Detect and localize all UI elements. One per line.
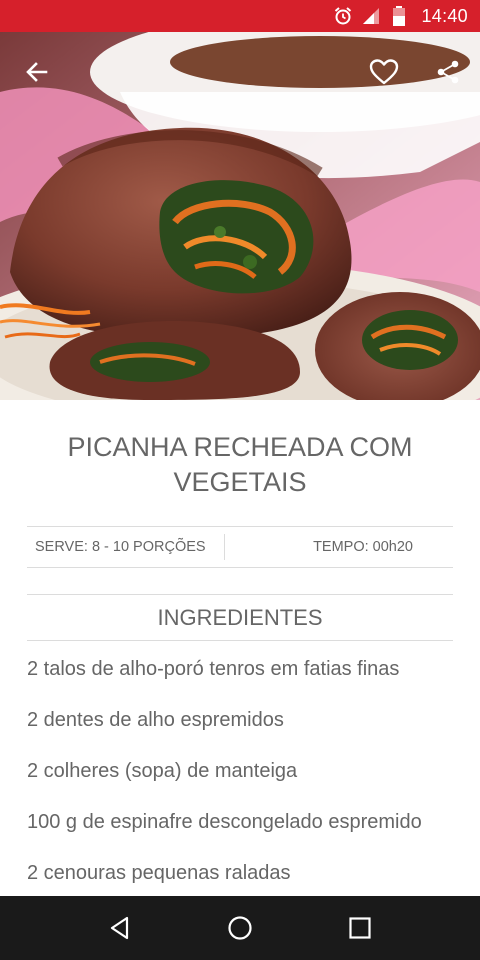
battery-icon bbox=[387, 4, 411, 28]
ingredients-list: 2 talos de alho-poró tenros em fatias fi… bbox=[27, 656, 447, 911]
heart-outline-icon[interactable] bbox=[364, 52, 404, 92]
status-bar: 14:40 bbox=[0, 0, 480, 32]
status-time: 14:40 bbox=[421, 5, 468, 26]
signal-icon bbox=[359, 4, 383, 28]
recipe-title: PICANHA RECHEADA COM VEGETAIS bbox=[67, 432, 413, 497]
ingredient-item: 2 colheres (sopa) de manteiga bbox=[27, 760, 298, 782]
ingredient-item: 2 talos de alho-poró tenros em fatias fi… bbox=[27, 658, 400, 680]
ingredient-item: 2 dentes de alho espremidos bbox=[27, 709, 284, 731]
system-nav-bar bbox=[0, 896, 480, 960]
back-arrow-icon[interactable] bbox=[17, 52, 57, 92]
time-text: TEMPO: 00h20 bbox=[313, 539, 413, 555]
nav-home-icon[interactable] bbox=[216, 904, 264, 952]
recipe-hero-image bbox=[0, 32, 480, 400]
nav-back-icon[interactable] bbox=[96, 904, 144, 952]
servings-text: SERVE: 8 - 10 PORÇÕES bbox=[35, 539, 206, 555]
alarm-icon bbox=[331, 4, 355, 28]
recipe-info-row: SERVE: 8 - 10 PORÇÕES TEMPO: 00h20 bbox=[27, 526, 453, 568]
ingredients-header: INGREDIENTES bbox=[27, 594, 453, 641]
nav-recents-icon[interactable] bbox=[336, 904, 384, 952]
ingredient-item: 2 cenouras pequenas raladas bbox=[27, 862, 291, 884]
ingredient-item: 100 g de espinafre descongelado espremid… bbox=[27, 811, 422, 833]
recipe-photo bbox=[0, 32, 480, 400]
share-icon[interactable] bbox=[428, 52, 468, 92]
